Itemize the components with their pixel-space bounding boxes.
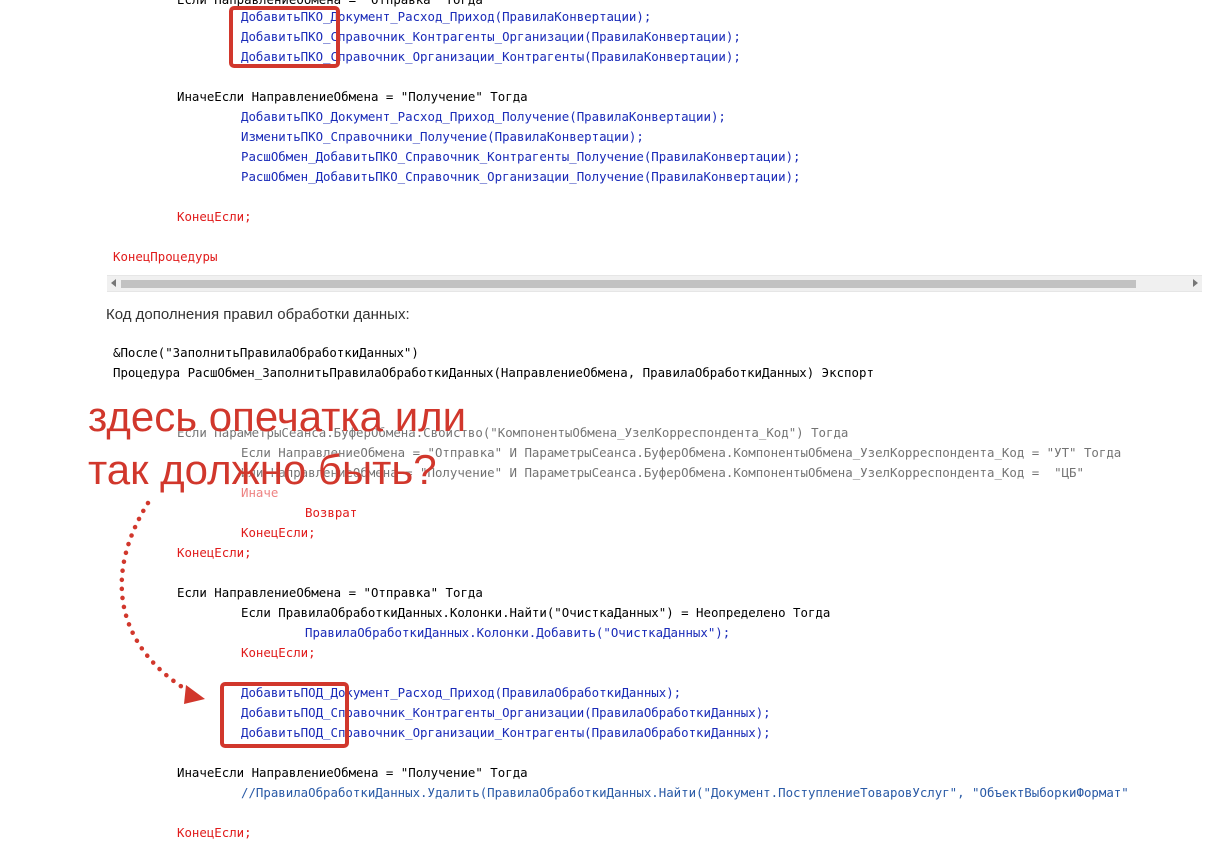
annotation-line: здесь опечатка или [88, 393, 467, 440]
annotation-line: так должно быть? [88, 446, 437, 493]
annotation-note: здесь опечатка или так должно быть? [88, 390, 466, 496]
